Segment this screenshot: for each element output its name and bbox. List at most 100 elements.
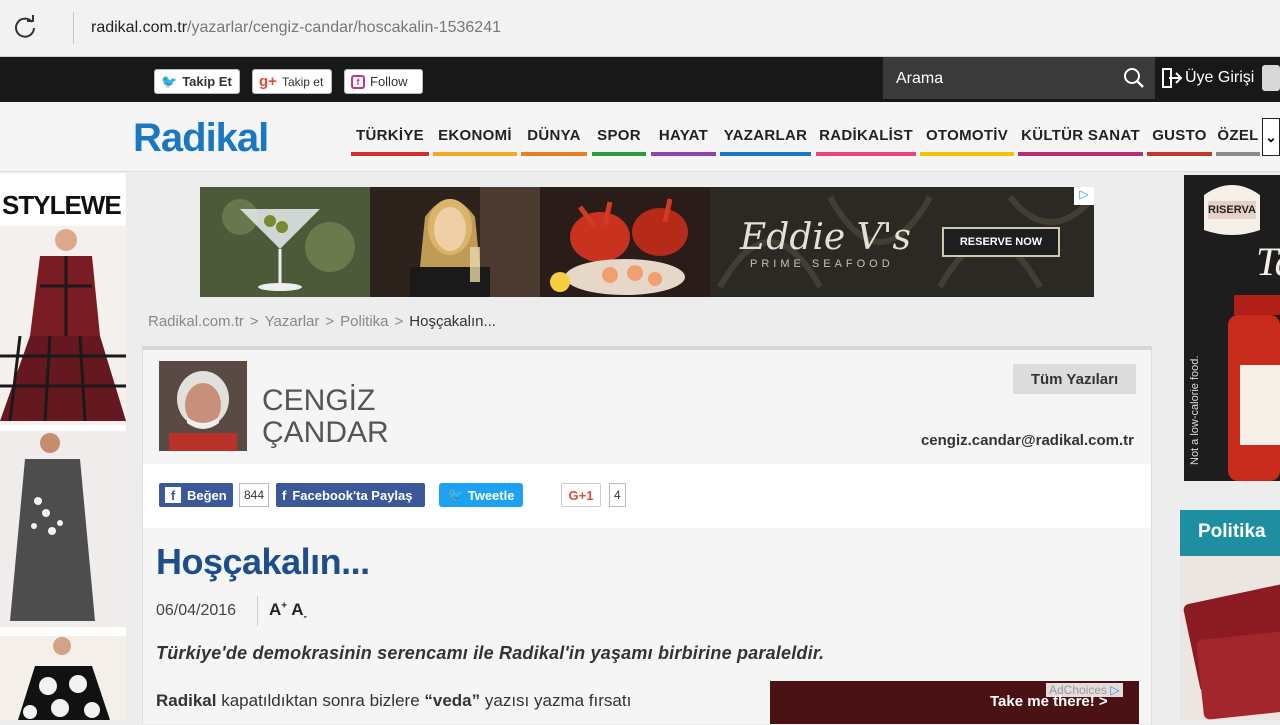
top-banner-ad[interactable]: Eddie V's PRIME SEAFOOD RESERVE NOW (200, 187, 1094, 297)
ad-image-grey-dress[interactable] (0, 431, 126, 627)
instagram-icon: f (351, 74, 365, 89)
user-icon[interactable] (1262, 65, 1280, 91)
search-input[interactable]: Arama (896, 70, 943, 88)
author-email[interactable]: cengiz.candar@radikal.com.tr (921, 432, 1134, 449)
nav-item-yazarlar[interactable]: YAZARLAR (720, 118, 811, 156)
eddie-v-logo: Eddie V's (740, 217, 911, 258)
author-last-name: ÇANDAR (262, 416, 389, 449)
all-posts-button[interactable]: Tüm Yazıları (1013, 364, 1136, 394)
para-text-1: kapatıldıktan sonra bizlere (216, 691, 425, 710)
twitter-icon: 🐦 (447, 487, 464, 502)
adchoices-label[interactable]: AdChoices ▷ (1046, 683, 1123, 697)
nav-item-spor[interactable]: SPOR (592, 118, 646, 156)
login-icon (1162, 68, 1183, 88)
svg-text:Tas: Tas (1256, 239, 1280, 284)
login-button[interactable]: Üye Girişi (1157, 57, 1255, 99)
nav-item-gusto[interactable]: GUSTO (1147, 118, 1212, 156)
tweet-label: Tweetle (467, 487, 515, 503)
facebook-share-button[interactable]: f Facebook'ta Paylaş (276, 483, 425, 507)
twitter-follow-label: Takip Et (182, 74, 232, 89)
article-paragraph: Radikal kapatıldıktan sonra bizlere “ved… (156, 691, 631, 711)
url-path: /yazarlar/cengiz-candar/hoscakalin-15362… (187, 19, 501, 36)
nav-item-dunya[interactable]: DÜNYA (521, 118, 587, 156)
gplus-count: 4 (609, 483, 626, 507)
font-decrease-button[interactable]: A- (291, 600, 307, 622)
ad-image-plaid-dress[interactable] (0, 226, 126, 425)
login-label: Üye Girişi (1185, 69, 1255, 86)
ad-image-polka-dress[interactable] (0, 636, 126, 720)
ad-image-martini (200, 187, 370, 297)
right-side-ad[interactable]: RISERVA Tas Not a low-calorie food. (1184, 175, 1280, 481)
para-text-2: yazısı yazma fırsatı (480, 691, 632, 710)
search-box[interactable]: Arama (883, 57, 1155, 99)
svg-text:RISERVA: RISERVA (1208, 204, 1256, 216)
search-icon[interactable] (1123, 67, 1145, 89)
adchoices-text: AdChoices (1049, 683, 1108, 697)
politika-widget-image[interactable] (1180, 556, 1280, 720)
nav-item-kultur-sanat[interactable]: KÜLTÜR SANAT (1018, 118, 1143, 156)
para-bold-veda: “veda” (424, 691, 481, 710)
breadcrumb-current: Hoşçakalın... (409, 313, 496, 330)
top-bar: 🐦 Takip Et g+ Takip et f Follow Arama Üye G… (0, 57, 1280, 102)
reload-icon[interactable] (12, 15, 38, 41)
para-bold-radikal: Radikal (156, 691, 217, 710)
address-separator (73, 12, 74, 44)
ad-image-lobster (540, 187, 710, 297)
facebook-like-button[interactable]: f Beğen (159, 483, 233, 507)
site-logo[interactable]: Radikal (133, 116, 269, 161)
svg-text:Not a low-calorie food.: Not a low-calorie food. (1189, 356, 1201, 465)
like-label: Beğen (187, 487, 227, 503)
breadcrumb-yazarlar[interactable]: Yazarlar (265, 313, 320, 330)
stylewe-logo[interactable]: STYLEWE (0, 178, 126, 226)
gplus-button[interactable]: G+1 (561, 483, 601, 507)
reserve-now-button[interactable]: RESERVE NOW (942, 227, 1060, 257)
adchoices-icon: ▷ (1110, 683, 1120, 697)
ad-image-woman (370, 187, 540, 297)
nav-item-turkiye[interactable]: TÜRKİYE (351, 118, 429, 156)
nav-item-radikalist[interactable]: RADİKALİST (816, 118, 916, 156)
eddie-v-panel: Eddie V's PRIME SEAFOOD RESERVE NOW (710, 187, 1094, 297)
gplus-icon: g+ (259, 73, 277, 90)
url-field[interactable]: radikal.com.tr/yazarlar/cengiz-candar/ho… (91, 19, 501, 37)
nav-item-otomotiv[interactable]: OTOMOTİV (920, 118, 1014, 156)
article-lead: Türkiye'de demokrasinin serencamı ile Ra… (156, 643, 825, 663)
gplus-follow-label: Takip et (281, 74, 324, 89)
font-increase-label: A (269, 600, 282, 619)
article-date: 06/04/2016 (156, 602, 237, 619)
browser-address-bar: radikal.com.tr/yazarlar/cengiz-candar/ho… (0, 0, 1280, 57)
inline-ad[interactable]: Take me there! > AdChoices ▷ (770, 681, 1139, 724)
adchoices-icon[interactable]: ▷ (1074, 187, 1094, 205)
nav-item-hayat[interactable]: HAYAT (651, 118, 716, 156)
author-name[interactable]: CENGİZ ÇANDAR (262, 385, 389, 449)
facebook-icon: f (165, 487, 181, 503)
politika-widget-title[interactable]: Politika (1180, 510, 1280, 556)
instagram-follow-button[interactable]: f Follow (344, 69, 423, 94)
article-title: Hoşçakalın... (156, 541, 370, 582)
breadcrumb-home[interactable]: Radikal.com.tr (148, 313, 244, 330)
font-decrease-label: A (291, 600, 304, 619)
url-host: radikal.com.tr (91, 19, 188, 36)
article-card: CENGİZ ÇANDAR Tüm Yazıları cengiz.candar… (142, 346, 1152, 724)
font-size-controls: A+ A- (269, 600, 307, 622)
like-count: 844 (239, 483, 270, 507)
twitter-icon: 🐦 (161, 73, 178, 89)
gplus-follow-button[interactable]: g+ Takip et (252, 69, 332, 94)
follow-label: Follow (370, 74, 408, 89)
article-body: Hoşçakalın... 06/04/2016 A+ A- Türkiye'd… (142, 528, 1152, 724)
font-increase-button[interactable]: A+ (269, 600, 287, 619)
author-box: CENGİZ ÇANDAR Tüm Yazıları cengiz.candar… (142, 350, 1152, 464)
breadcrumb: Radikal.com.tr > Yazarlar > Politika > Hoşçaka… (148, 313, 496, 330)
author-avatar[interactable] (159, 361, 247, 451)
nav-item-ekonomi[interactable]: EKONOMİ (433, 118, 517, 156)
politika-widget[interactable]: Politika (1180, 510, 1280, 720)
facebook-share-label: Facebook'ta Paylaş (292, 487, 413, 503)
eddie-v-subtitle: PRIME SEAFOOD (750, 258, 894, 270)
tweet-button[interactable]: 🐦 Tweetle (439, 483, 523, 507)
share-row: f Beğen 844 f Facebook'ta Paylaş 🐦 Tweetle … (142, 464, 1152, 528)
chevron-down-icon[interactable]: ⌄ (1262, 118, 1280, 156)
date-separator (257, 596, 258, 626)
twitter-follow-button[interactable]: 🐦 Takip Et (154, 69, 240, 94)
nav-item-ozel[interactable]: ÖZEL (1216, 118, 1260, 156)
left-side-ad[interactable]: ⓘ ✕ (0, 173, 126, 720)
breadcrumb-politika[interactable]: Politika (340, 313, 388, 330)
